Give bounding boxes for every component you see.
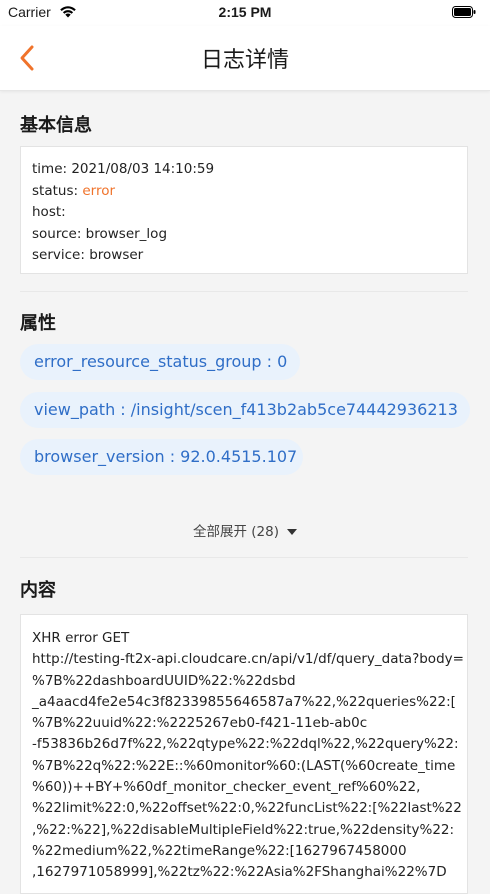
navigation-bar: 日志详情 [0, 26, 490, 91]
basic-info-heading: 基本信息 [20, 115, 92, 136]
content-line: _a4aacd4fe2e54c3f82339855646587a7%22,%22… [32, 693, 456, 710]
caret-down-icon [287, 529, 297, 535]
status-value: error [82, 182, 116, 199]
content-card: XHR error GET http://testing-ft2x-api.cl… [20, 614, 468, 894]
attributes-heading: 属性 [20, 313, 56, 334]
expand-all-button[interactable]: 全部展开 (28) [0, 520, 490, 540]
status-bar: Carrier 2:15 PM [0, 0, 490, 26]
content-line: %7B%22dashboardUUID%22:%22dsbd [32, 672, 296, 689]
basic-info-card: time: 2021/08/03 14:10:59 status: error … [20, 146, 468, 274]
content-line: %7B%22q%22:%22E::%60monitor%60:(LAST(%60… [32, 757, 456, 774]
clock: 2:15 PM [218, 4, 272, 20]
info-source: source: browser_log [32, 225, 168, 242]
content-line: %22medium%22,%22timeRange%22:[1627967458… [32, 842, 407, 859]
content-line: %7B%22uuid%22:%2225267eb0-f421-11eb-ab0c [32, 715, 368, 732]
section-divider [20, 557, 468, 558]
info-time: time: 2021/08/03 14:10:59 [32, 161, 215, 177]
battery-icon [452, 6, 476, 18]
expand-all-label: 全部展开 (28) [192, 524, 279, 540]
content-line: %60))++BY+%60df_monitor_checker_event_re… [32, 779, 421, 796]
info-host: host: [32, 204, 66, 220]
content-line: -f53836b26d7f%22,%22qtype%22:%22dql%22,%… [32, 736, 459, 753]
page-title: 日志详情 [200, 48, 289, 73]
attribute-chip[interactable]: error_resource_status_group : 0 [20, 344, 300, 380]
info-status: status: error [32, 182, 116, 199]
content-line: %22limit%22:0,%22offset%22:0,%22funcList… [32, 800, 462, 817]
content-heading: 内容 [20, 580, 56, 601]
info-service: service: browser [32, 247, 144, 263]
content-line: XHR error GET [32, 630, 130, 646]
content-line: http://testing-ft2x-api.cloudcare.cn/api… [32, 651, 464, 668]
content-line: ,%22:%22],%22disableMultipleField%22:tru… [32, 821, 455, 838]
section-divider [20, 291, 468, 292]
attribute-chip[interactable]: view_path : /insight/scen_f413b2ab5ce744… [20, 392, 470, 428]
content-line: ,1627971058999],%22tz%22:%22Asia%2FShang… [32, 864, 447, 881]
attribute-chip[interactable]: browser_version : 92.0.4515.107 [20, 439, 303, 475]
